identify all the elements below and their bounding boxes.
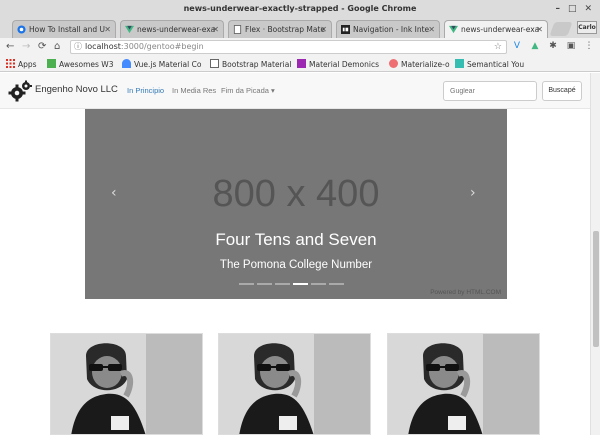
carousel-indicator[interactable] <box>311 283 326 285</box>
carousel-indicator[interactable] <box>275 283 290 285</box>
close-tab-icon[interactable]: ✕ <box>212 21 219 38</box>
site-navbar: Engenho Novo LLC In Principio In Media R… <box>0 73 590 109</box>
bookmark-label: Material Demonics <box>309 60 380 69</box>
close-tab-icon[interactable]: ✕ <box>536 21 543 38</box>
bookmark-materialize[interactable]: Materialize-o <box>389 59 450 70</box>
tab-2[interactable]: Flex · Bootstrap Mate ✕ <box>228 20 332 38</box>
materialize-icon <box>389 59 398 68</box>
bookmark-label: Bootstrap Material <box>222 60 292 69</box>
thumbnail-image[interactable] <box>50 333 203 435</box>
bookmark-label: Vue.js Material Co <box>134 60 202 69</box>
thumbnail-image[interactable] <box>387 333 540 435</box>
carousel-caption-title: Four Tens and Seven <box>215 230 377 249</box>
tab-label: news-underwear-exa <box>137 25 216 34</box>
tab-0[interactable]: How To Install and U ✕ <box>12 20 116 38</box>
bookmark-semantic[interactable]: Semantical You <box>455 59 524 70</box>
bookmark-label: Materialize-o <box>401 60 450 69</box>
portrait-photo <box>219 334 370 434</box>
portrait-photo <box>51 334 202 434</box>
tab-label: How To Install and U <box>29 25 105 34</box>
carousel-next-icon[interactable]: › <box>470 185 476 201</box>
vue-icon <box>125 25 134 34</box>
semantic-icon <box>455 59 464 68</box>
url-host: localhost <box>85 42 121 51</box>
search-button[interactable]: Buscapé <box>542 81 582 101</box>
tab-label: Flex · Bootstrap Mate <box>245 25 326 34</box>
close-tab-icon[interactable]: ✕ <box>320 21 327 38</box>
bookmark-apps[interactable]: Apps <box>6 59 37 70</box>
info-icon[interactable]: ⓘ <box>74 41 82 53</box>
gears-icon[interactable] <box>8 80 32 102</box>
carousel-prev-icon[interactable]: ‹ <box>111 185 117 201</box>
close-window-icon[interactable]: ✕ <box>584 3 592 15</box>
window-title: news-underwear-exactly-strapped - Google… <box>183 4 417 13</box>
carousel-indicator[interactable] <box>329 283 344 285</box>
tab-label: news-underwear-exa <box>461 25 540 34</box>
thumbnail-image[interactable] <box>218 333 371 435</box>
bookmark-label: Apps <box>18 60 37 69</box>
puzzle-extension-icon[interactable]: ✱ <box>548 41 558 52</box>
carousel-indicators <box>239 283 344 285</box>
menu-icon[interactable]: ⋮ <box>584 41 594 52</box>
tab-label: Navigation - Ink Inte <box>353 25 430 34</box>
nav-link-in-media-res[interactable]: In Media Res <box>172 86 216 95</box>
carousel-placeholder-text: 800 x 400 <box>212 173 380 215</box>
url-path: :3000/gentoo#begin <box>120 42 204 51</box>
carousel-indicator[interactable] <box>239 283 254 285</box>
screenshot-extension-icon[interactable]: ▣ <box>566 41 576 52</box>
tab-1[interactable]: news-underwear-exa ✕ <box>120 20 224 38</box>
apps-grid-icon <box>6 59 15 68</box>
carousel: 800 x 400 Four Tens and Seven The Pomona… <box>85 109 507 299</box>
carousel-indicator[interactable] <box>293 283 308 285</box>
brand-name[interactable]: Engenho Novo LLC <box>35 84 118 95</box>
w3-icon <box>47 59 56 68</box>
carousel-caption-subtitle: The Pomona College Number <box>219 259 373 271</box>
document-icon <box>210 59 219 68</box>
carousel-watermark: Powered by HTML.COM <box>430 289 501 296</box>
home-icon[interactable]: ⌂ <box>54 40 60 54</box>
globe-icon <box>17 25 26 34</box>
tab-4[interactable]: news-underwear-exa ✕ <box>444 20 548 38</box>
portrait-photo <box>388 334 539 434</box>
maximize-icon[interactable]: □ <box>568 3 577 15</box>
close-tab-icon[interactable]: ✕ <box>104 21 111 38</box>
bookmark-label: Awesomes W3 <box>59 60 114 69</box>
vuetify-extension-icon[interactable]: V <box>512 41 522 52</box>
address-bar[interactable]: ⓘ localhost:3000/gentoo#begin ☆ <box>70 40 507 54</box>
tab-3[interactable]: Navigation - Ink Inte ✕ <box>336 20 440 38</box>
nav-link-in-principio[interactable]: In Principio <box>127 86 164 95</box>
search-input[interactable] <box>443 81 537 101</box>
ink-icon <box>341 25 350 34</box>
page-scrollbar[interactable] <box>590 73 600 435</box>
tab-strip: How To Install and U ✕ news-underwear-ex… <box>0 18 600 38</box>
page-viewport: Engenho Novo LLC In Principio In Media R… <box>0 73 590 435</box>
bookmark-material-demonics[interactable]: Material Demonics <box>297 59 379 70</box>
material-demonics-icon <box>297 59 306 68</box>
scrollbar-thumb[interactable] <box>593 231 599 347</box>
browser-toolbar: ← → ⟳ ⌂ ⓘ localhost:3000/gentoo#begin ☆ … <box>0 38 600 56</box>
back-icon[interactable]: ← <box>6 40 14 54</box>
material-icon <box>122 59 131 68</box>
close-tab-icon[interactable]: ✕ <box>428 21 435 38</box>
reload-icon[interactable]: ⟳ <box>38 40 46 54</box>
minimize-icon[interactable]: – <box>555 3 560 15</box>
bookmark-vue-material[interactable]: Vue.js Material Co <box>122 59 201 70</box>
bookmark-bootstrap-material[interactable]: Bootstrap Material <box>210 59 291 70</box>
bookmark-label: Semantical You <box>467 60 525 69</box>
bookmark-star-icon[interactable]: ☆ <box>494 41 502 53</box>
document-icon <box>233 25 242 34</box>
vue-icon <box>449 25 458 34</box>
carousel-indicator[interactable] <box>257 283 272 285</box>
vue-devtools-icon[interactable]: ▲ <box>530 41 540 52</box>
window-titlebar: news-underwear-exactly-strapped - Google… <box>0 0 600 18</box>
nav-dropdown-fim-da-picada[interactable]: Fim da Picada ▾ <box>221 86 275 95</box>
forward-icon[interactable]: → <box>22 40 30 54</box>
bookmarks-bar: Apps Awesomes W3 Vue.js Material Co Boot… <box>0 56 600 72</box>
profile-button[interactable]: Carlo <box>577 21 597 34</box>
bookmark-w3[interactable]: Awesomes W3 <box>47 59 113 70</box>
